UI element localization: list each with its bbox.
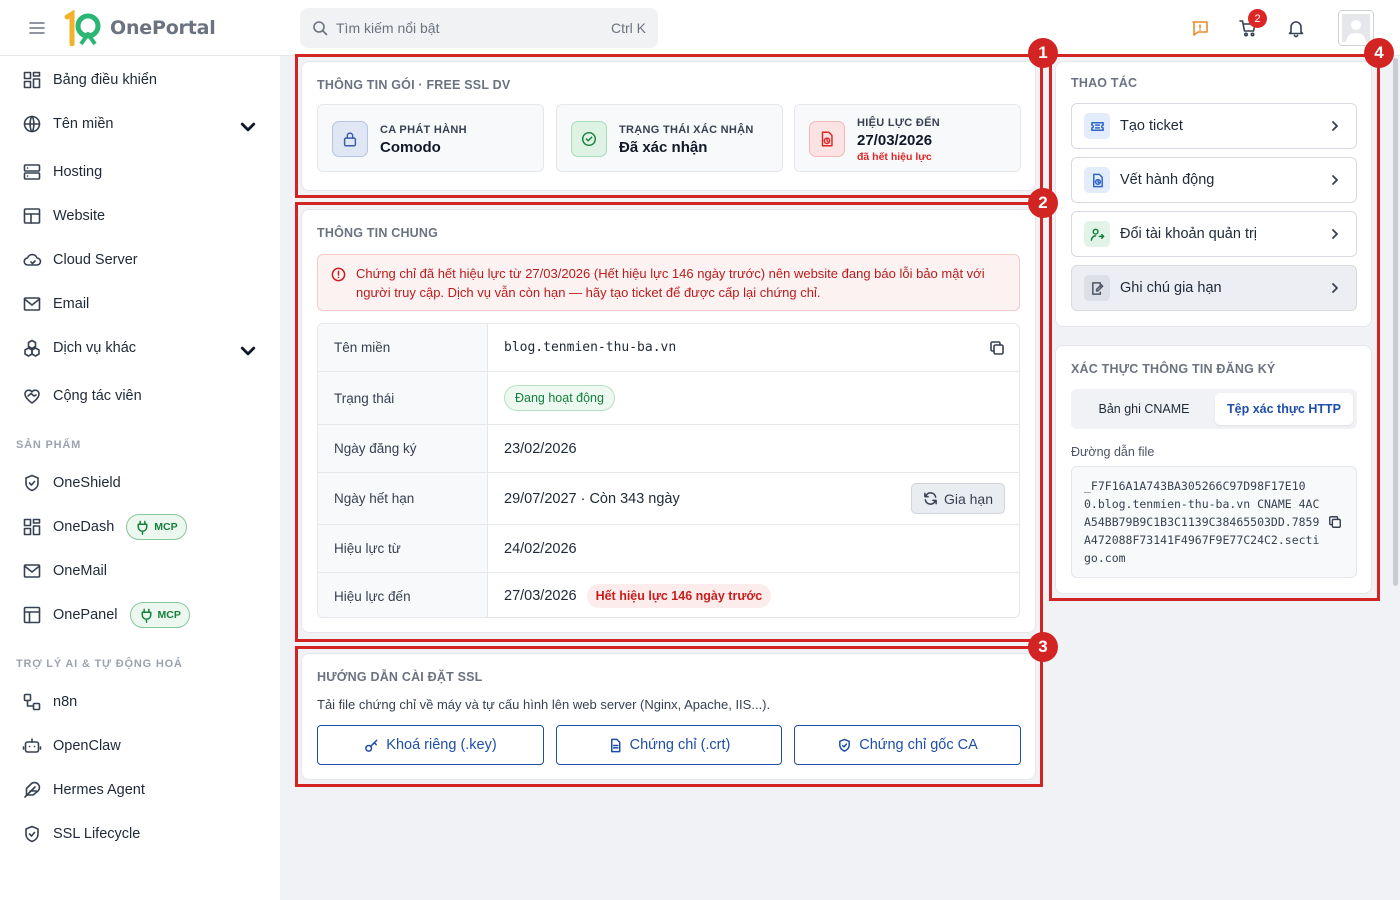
sidebar-item-label: Hermes Agent xyxy=(53,782,145,798)
sidebar-item-domains[interactable]: Tên miền xyxy=(0,104,280,144)
highlight-number-4: 4 xyxy=(1364,38,1394,68)
user-avatar-icon xyxy=(1342,14,1370,42)
shield-check-icon xyxy=(25,825,39,843)
sidebar-item-label: Dịch vụ khác xyxy=(53,340,137,356)
sidebar-item-hermes-agent[interactable]: Hermes Agent xyxy=(0,770,280,810)
layout-icon xyxy=(23,208,41,224)
mail-icon xyxy=(23,564,41,578)
dashboard-icon xyxy=(23,71,41,89)
sidebar-item-website[interactable]: Website xyxy=(0,196,280,236)
scrollbar[interactable] xyxy=(1393,58,1398,586)
highlight-number-2: 2 xyxy=(1028,188,1058,218)
mcp-badge: MCP xyxy=(129,602,190,628)
mail-icon xyxy=(23,297,41,311)
sidebar-item-hosting[interactable]: Hosting xyxy=(0,152,280,192)
boxes-icon xyxy=(24,339,40,357)
highlight-number-1: 1 xyxy=(1028,38,1058,68)
highlight-box-4 xyxy=(1049,54,1380,601)
sidebar-item-other-services[interactable]: Dịch vụ khác xyxy=(0,328,280,368)
chevron-down-icon[interactable] xyxy=(238,341,258,361)
globe-icon xyxy=(23,115,41,133)
section-title-products: SẢN PHẨM xyxy=(16,439,82,451)
sidebar-item-label: OneMail xyxy=(53,563,107,579)
sidebar-item-label: SSL Lifecycle xyxy=(53,826,141,842)
bell-icon[interactable] xyxy=(1286,18,1306,38)
search-icon xyxy=(313,21,328,36)
shield-icon xyxy=(25,474,39,492)
sidebar-item-ssl-lifecycle[interactable]: SSL Lifecycle xyxy=(0,814,280,854)
sidebar-item-label: OneShield xyxy=(53,475,121,491)
cloud-icon xyxy=(23,253,42,266)
chevron-down-icon[interactable] xyxy=(238,117,258,137)
sidebar-item-label: Hosting xyxy=(53,164,103,180)
brand-name: OnePortal xyxy=(110,17,216,39)
logo-mark-icon xyxy=(64,10,102,46)
dashboard-icon xyxy=(23,518,41,536)
plug-icon xyxy=(137,520,148,535)
sidebar-item-label: OpenClaw xyxy=(53,738,121,754)
plug-icon xyxy=(141,608,151,623)
search-placeholder: Tìm kiếm nổi bật xyxy=(336,20,440,36)
sidebar-item-label: Cộng tác viên xyxy=(53,388,142,404)
sidebar-item-label: Website xyxy=(53,208,106,224)
top-header: OnePortal Tìm kiếm nổi bật Ctrl K 2 xyxy=(0,0,1400,56)
section-title-ai: TRỢ LÝ AI & TỰ ĐỘNG HOÁ xyxy=(16,658,183,670)
sidebar-item-cloud-server[interactable]: Cloud Server xyxy=(0,240,280,280)
handshake-icon xyxy=(24,389,40,404)
sidebar-item-label: Bảng điều khiển xyxy=(53,72,157,88)
menu-icon[interactable] xyxy=(27,18,47,38)
sidebar-item-email[interactable]: Email xyxy=(0,284,280,324)
sidebar-item-openclaw[interactable]: OpenClaw xyxy=(0,726,280,766)
sidebar-item-label: n8n xyxy=(53,694,78,710)
highlight-box-1 xyxy=(295,54,1043,198)
workflow-icon xyxy=(23,693,41,711)
sidebar-item-dashboard[interactable]: Bảng điều khiển xyxy=(0,60,280,100)
panel-icon xyxy=(23,606,41,624)
cart-count-badge: 2 xyxy=(1248,9,1267,28)
sidebar-item-onemail[interactable]: OneMail xyxy=(0,551,280,591)
sidebar-item-label: Tên miền xyxy=(53,116,114,132)
brand-logo[interactable]: OnePortal xyxy=(64,10,216,46)
search-bar[interactable]: Tìm kiếm nổi bật Ctrl K xyxy=(300,8,658,48)
highlight-box-2 xyxy=(295,202,1043,642)
sidebar: Bảng điều khiển Tên miền Hosting Website… xyxy=(0,56,280,900)
mcp-badge: MCP xyxy=(126,514,187,540)
sidebar-item-affiliates[interactable]: Cộng tác viên xyxy=(0,376,280,416)
feedback-icon[interactable] xyxy=(1190,18,1210,38)
feather-icon xyxy=(24,781,41,798)
sidebar-item-label: OnePanel xyxy=(53,607,118,623)
sidebar-item-onepanel[interactable]: OnePanel MCP xyxy=(0,595,280,635)
bot-icon xyxy=(22,738,42,753)
sidebar-item-label: Cloud Server xyxy=(53,252,138,268)
sidebar-item-onedash[interactable]: OneDash MCP xyxy=(0,507,280,547)
search-shortcut: Ctrl K xyxy=(611,20,646,36)
sidebar-item-label: OneDash xyxy=(53,519,115,535)
server-icon xyxy=(23,164,41,180)
highlight-box-3 xyxy=(295,646,1043,787)
sidebar-item-oneshield[interactable]: OneShield xyxy=(0,463,280,503)
sidebar-item-n8n[interactable]: n8n xyxy=(0,682,280,722)
highlight-number-3: 3 xyxy=(1028,632,1058,662)
sidebar-item-label: Email xyxy=(53,296,90,312)
